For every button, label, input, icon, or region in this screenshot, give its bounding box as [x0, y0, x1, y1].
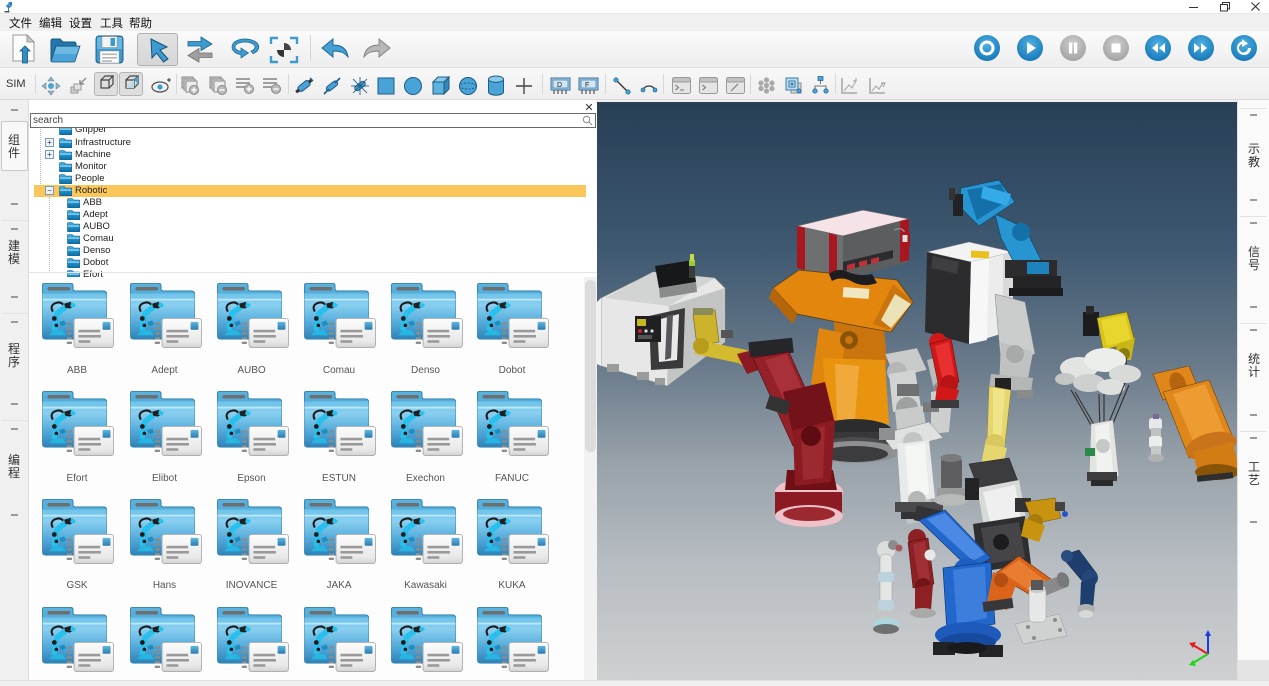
svg-text:F: F: [585, 82, 589, 89]
svg-text:D: D: [557, 82, 562, 89]
